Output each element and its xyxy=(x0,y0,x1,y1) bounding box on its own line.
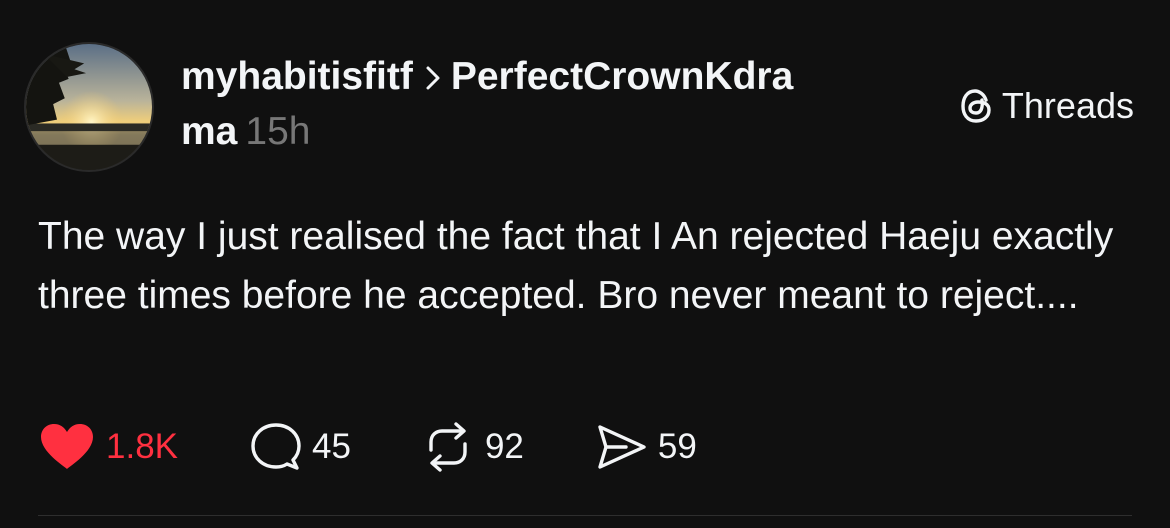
repost-icon xyxy=(429,422,467,472)
threads-logo-icon xyxy=(961,89,991,123)
threads-source-badge: Threads xyxy=(958,85,1134,127)
like-count: 1.8K xyxy=(106,427,178,466)
author-username[interactable]: myhabitisfitf xyxy=(181,55,413,98)
post-timestamp: 15h xyxy=(245,110,311,153)
like-button[interactable]: 1.8K xyxy=(38,422,178,472)
post-body: The way I just realised the fact that I … xyxy=(38,215,1114,317)
action-bar: 1.8K 45 92 59 xyxy=(38,422,697,472)
post-header-line2: ma 15h xyxy=(181,110,310,154)
repost-button[interactable]: 92 xyxy=(421,422,524,472)
share-count: 59 xyxy=(657,427,697,466)
reply-count: 45 xyxy=(312,427,351,466)
repost-count: 92 xyxy=(484,427,524,466)
threads-label: Threads xyxy=(1001,85,1134,126)
reply-button[interactable]: 45 xyxy=(250,421,351,473)
comment-icon xyxy=(251,423,301,470)
heart-icon xyxy=(41,424,93,469)
avatar-photo xyxy=(26,44,152,170)
avatar[interactable] xyxy=(24,42,154,172)
post-header: myhabitisfitf PerfectCrownKdra xyxy=(181,55,793,101)
share-button[interactable]: 59 xyxy=(596,423,697,471)
share-icon xyxy=(598,425,646,469)
reply-to-username-cont[interactable]: ma xyxy=(181,110,237,153)
chevron-right-icon xyxy=(425,57,441,101)
reply-to-username[interactable]: PerfectCrownKdra xyxy=(451,55,793,98)
divider xyxy=(38,515,1132,516)
